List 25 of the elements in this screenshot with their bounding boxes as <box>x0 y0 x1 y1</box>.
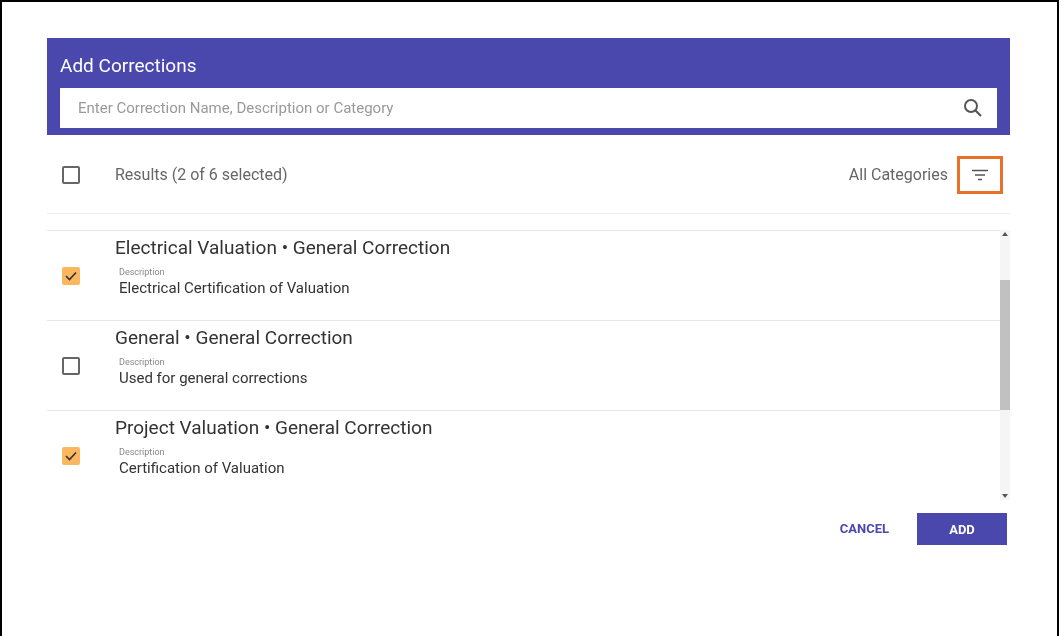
filter-icon <box>971 168 989 181</box>
checkbox[interactable] <box>62 266 80 285</box>
category-filter-label: All Categories <box>848 163 948 186</box>
description-text: Used for general corrections <box>119 368 309 388</box>
description-label: Description <box>119 447 166 458</box>
dialog-title: Add Corrections <box>60 54 197 78</box>
add-button[interactable]: ADD <box>917 513 1007 545</box>
description-text: Certification of Valuation <box>119 458 286 478</box>
check-icon <box>65 450 77 461</box>
description-text: Electrical Certification of Valuation <box>119 278 351 298</box>
checkbox[interactable] <box>62 165 80 184</box>
description-label: Description <box>119 357 166 368</box>
check-icon <box>65 270 77 281</box>
scrollbar[interactable] <box>1000 230 1010 500</box>
description-label: Description <box>119 267 166 278</box>
item-title: Electrical Valuation • General Correction <box>115 235 451 261</box>
filter-button[interactable] <box>957 155 1003 194</box>
checkbox[interactable] <box>62 446 80 465</box>
item-title: Project Valuation • General Correction <box>115 415 433 441</box>
search-field[interactable]: Enter Correction Name, Description or Category <box>60 88 997 128</box>
checkbox[interactable] <box>62 356 80 375</box>
item-title: General • General Correction <box>115 325 353 351</box>
cancel-button[interactable]: CANCEL <box>833 513 895 545</box>
search-icon[interactable] <box>963 98 983 118</box>
results-count: Results (2 of 6 selected) <box>115 163 288 186</box>
